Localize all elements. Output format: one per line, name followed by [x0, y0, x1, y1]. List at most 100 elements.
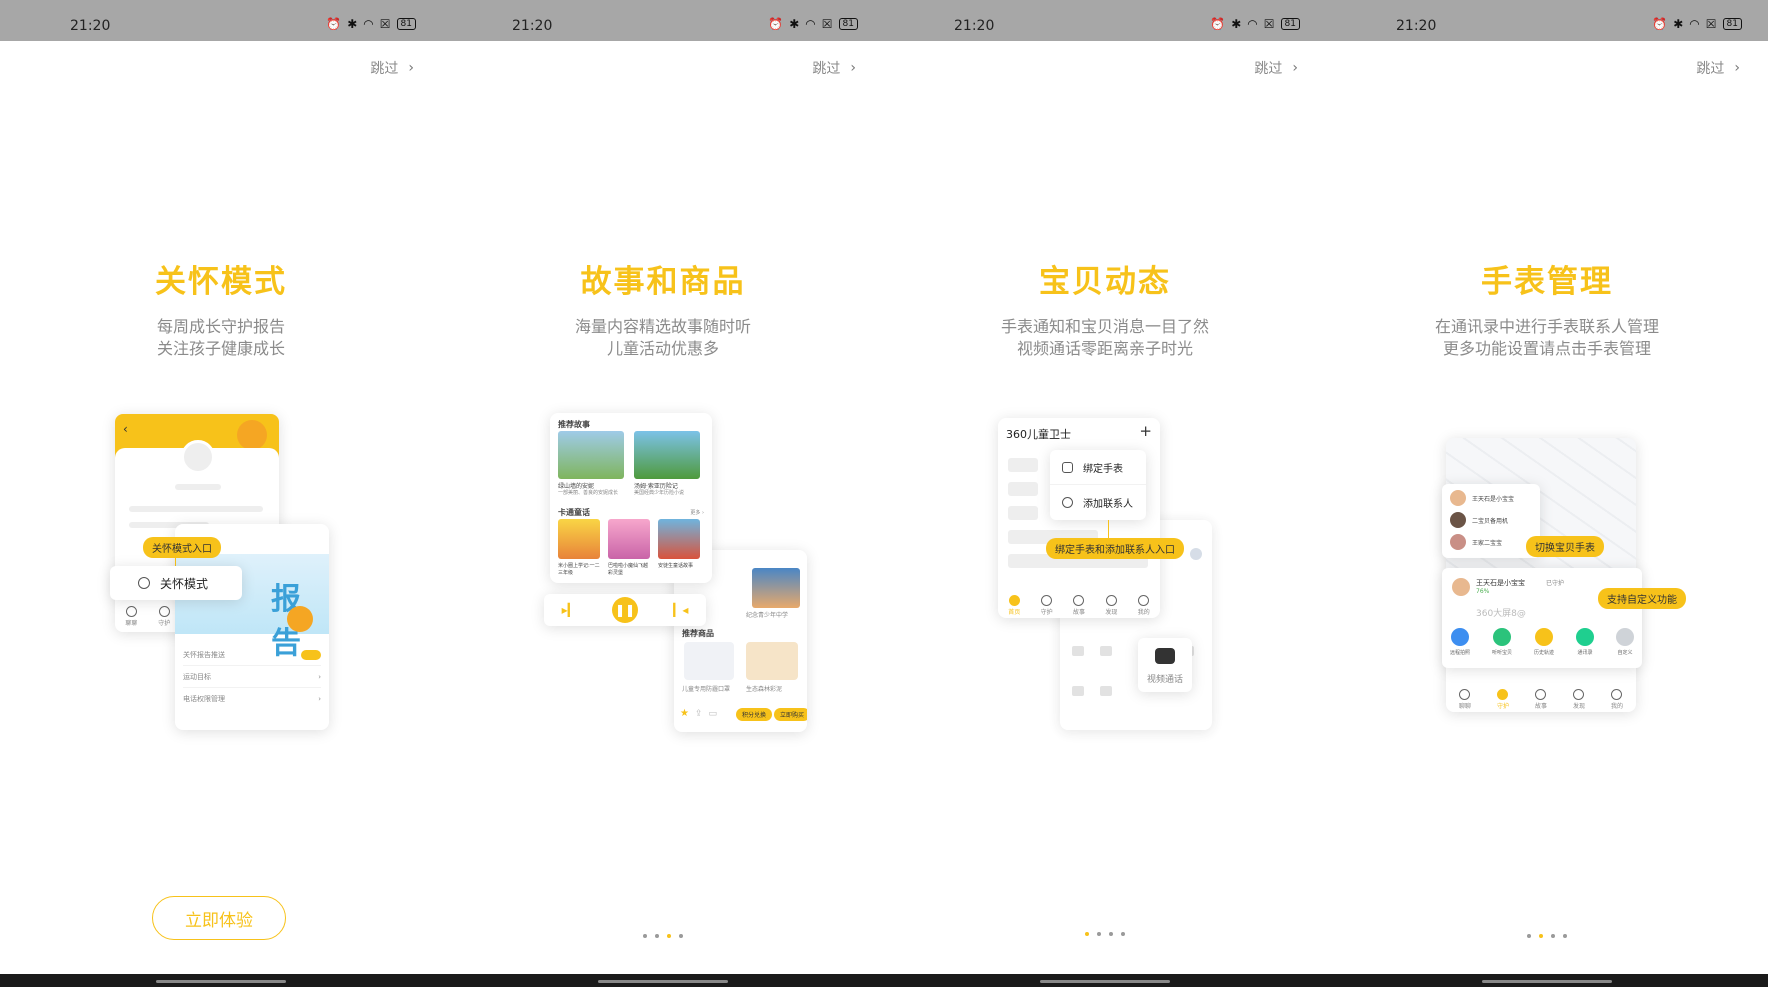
chat-icon[interactable]: ▭ [709, 709, 718, 719]
page-dot-active [1539, 934, 1543, 938]
points-exchange-button[interactable]: 积分兑换 [736, 708, 773, 721]
mascot-icon [287, 606, 313, 632]
cartoon-cover[interactable] [558, 519, 600, 559]
function-contacts[interactable]: 通讯录 [1576, 628, 1594, 656]
status-icons: ⏰ ✱ ◠ ☒ 81 [1652, 17, 1742, 31]
watch-icon [1062, 461, 1073, 473]
nav-me[interactable]: 我的 [1138, 594, 1150, 616]
subtitle-line-2: 关注孩子健康成长 [156, 339, 285, 358]
page-dot [1563, 934, 1567, 938]
function-listen[interactable]: 听听宝贝 [1492, 628, 1512, 656]
section-goods: 推荐商品 [682, 629, 714, 638]
bluetooth-icon: ✱ [789, 17, 800, 31]
setting-row[interactable]: 关怀报告推送 [183, 644, 321, 666]
nav-guard[interactable]: 守护 [1497, 688, 1509, 710]
toggle-switch[interactable] [301, 649, 321, 660]
story-cover[interactable] [634, 431, 700, 479]
nav-guard[interactable]: 守护 [158, 605, 170, 627]
video-camera-icon [1155, 648, 1175, 664]
screen-stories-goods: 21:20 ⏰ ✱ ◠ ☒ 81 跳过 › 故事和商品 海量内容精选故事随时听 … [442, 0, 884, 987]
close-box-icon: ☒ [379, 17, 391, 31]
battery-indicator: 81 [1280, 18, 1300, 30]
contact-row[interactable]: 王天石是小宝宝 [1450, 490, 1514, 506]
bottom-nav: 首页 守护 故事 发现 我的 [998, 594, 1160, 616]
nav-chat[interactable]: 聊聊 [1459, 688, 1471, 710]
function-history-track[interactable]: 历史轨迹 [1534, 628, 1554, 656]
nav-me[interactable]: 我的 [1611, 688, 1623, 710]
baby-status-card: 王天石是小宝宝 已守护 76% 360大屏8@ 远程拍照 听听宝贝 历史轨迹 通… [1442, 568, 1642, 668]
cartoon-cover[interactable] [608, 519, 650, 559]
page-dot [1527, 934, 1531, 938]
goods-image[interactable] [746, 642, 798, 680]
chevron-right-icon: › [1734, 60, 1740, 76]
skip-button[interactable]: 跳过 › [812, 58, 856, 78]
nav-story[interactable]: 故事 [1073, 594, 1085, 616]
avatar [1190, 548, 1202, 560]
stories-card: 推荐故事 绿山墙的安妮 汤姆·索亚历险记 一部美丽、善良的安妮成长 美国经典少年… [550, 413, 712, 583]
battery-indicator: 81 [396, 18, 416, 30]
person-icon [1062, 497, 1073, 508]
cartoon-cover[interactable] [658, 519, 700, 559]
nav-home[interactable]: 首页 [1008, 594, 1020, 616]
story-cover[interactable] [558, 431, 624, 479]
chevron-right-icon: › [1292, 60, 1298, 76]
screen-watch-management: 21:20 ⏰ ✱ ◠ ☒ 81 跳过 › 手表管理 在通讯录中进行手表联系人管… [1326, 0, 1768, 987]
page-indicator [884, 932, 1326, 936]
status-icons: ⏰ ✱ ◠ ☒ 81 [768, 17, 858, 31]
avatar [1452, 578, 1470, 596]
try-now-button[interactable]: 立即体验 [152, 896, 286, 940]
nav-story[interactable]: 故事 [1535, 688, 1547, 710]
contact-row[interactable]: 王家二宝宝 [1450, 534, 1502, 550]
nav-discover[interactable]: 发现 [1105, 594, 1117, 616]
star-icon[interactable]: ★ [680, 708, 689, 719]
skip-label: 跳过 [1254, 61, 1283, 77]
home-indicator[interactable] [156, 980, 286, 983]
pause-button[interactable]: ❚❚ [612, 597, 638, 623]
next-icon[interactable]: ▎◂ [673, 603, 688, 617]
setting-row[interactable]: 运动目标 › [183, 666, 321, 688]
skip-button[interactable]: 跳过 › [370, 58, 414, 78]
settings-list: 关怀报告推送 运动目标 › 电话权限管理 › [183, 644, 321, 710]
alarm-icon: ⏰ [1652, 17, 1668, 31]
setting-row[interactable]: 电话权限管理 › [183, 688, 321, 710]
wifi-icon: ◠ [1689, 17, 1700, 31]
wifi-icon: ◠ [363, 17, 374, 31]
headphones-icon [1493, 628, 1511, 646]
status-time: 21:20 [1396, 18, 1437, 34]
video-call-button[interactable]: 视频通话 [1138, 638, 1192, 692]
page-dot-active [667, 934, 671, 938]
skip-button[interactable]: 跳过 › [1254, 58, 1298, 78]
screen-baby-updates: 21:20 ⏰ ✱ ◠ ☒ 81 跳过 › 宝贝动态 手表通知和宝贝消息一目了然… [884, 0, 1326, 987]
nav-chat[interactable]: 聊聊 [125, 605, 137, 627]
menu-item-add-contact[interactable]: 添加联系人 [1050, 485, 1146, 520]
chevron-right-icon: › [318, 672, 321, 681]
person-icon [138, 577, 150, 589]
status-bar: 21:20 ⏰ ✱ ◠ ☒ 81 [1326, 0, 1768, 41]
page-dot [643, 934, 647, 938]
nav-guard[interactable]: 守护 [1041, 594, 1053, 616]
nav-discover[interactable]: 发现 [1573, 688, 1585, 710]
chevron-right-icon: › [408, 60, 414, 76]
page-dot [679, 934, 683, 938]
share-icon[interactable]: ⇪ [695, 709, 703, 719]
home-indicator[interactable] [598, 980, 728, 983]
home-indicator[interactable] [1482, 980, 1612, 983]
book-cover [752, 568, 800, 608]
buy-now-button[interactable]: 立即购买 [774, 708, 807, 721]
goods-image[interactable] [684, 642, 734, 680]
page-title: 手表管理 [1481, 264, 1613, 300]
care-mode-button[interactable]: 关怀模式 [110, 566, 242, 600]
plus-icon[interactable]: + [1139, 422, 1152, 440]
contact-row[interactable]: 二宝贝备用机 [1450, 512, 1508, 528]
close-box-icon: ☒ [1705, 17, 1717, 31]
page-dot [1551, 934, 1555, 938]
skip-button[interactable]: 跳过 › [1696, 58, 1740, 78]
function-custom[interactable]: 自定义 [1615, 628, 1634, 656]
home-indicator[interactable] [1040, 980, 1170, 983]
system-bottom-bar [1326, 974, 1768, 987]
contacts-icon [1576, 628, 1594, 646]
previous-icon[interactable]: ▸▎ [562, 603, 577, 617]
menu-item-bind-watch[interactable]: 绑定手表 [1050, 450, 1146, 485]
function-remote-photo[interactable]: 远程拍照 [1450, 628, 1470, 656]
more-link[interactable]: 更多 › [690, 509, 704, 516]
